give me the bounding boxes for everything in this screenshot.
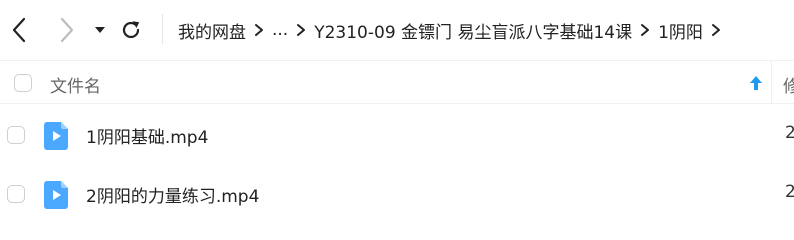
row-checkbox[interactable] (7, 126, 25, 144)
breadcrumb-separator-icon (246, 16, 272, 44)
video-file-icon (44, 181, 68, 209)
navigation-bar: 我的网盘 ... Y2310-09 金镖门 易尘盲派八字基础14课 1阴阳 (0, 0, 794, 60)
refresh-icon (122, 21, 140, 39)
row-checkbox[interactable] (7, 185, 25, 203)
refresh-button[interactable] (116, 15, 146, 45)
breadcrumb-item-current-folder[interactable]: 1阴阳 (658, 18, 703, 43)
chevron-right-icon (60, 17, 74, 43)
breadcrumb-item-course-folder[interactable]: Y2310-09 金镖门 易尘盲派八字基础14课 (314, 18, 632, 43)
history-dropdown-button[interactable] (86, 15, 114, 45)
file-row[interactable]: 1阴阳基础.mp4 2 (0, 106, 794, 164)
back-button[interactable] (4, 15, 34, 45)
file-name[interactable]: 1阴阳基础.mp4 (86, 123, 208, 148)
file-modified-date: 2 (785, 123, 794, 143)
breadcrumb-item-my-drive[interactable]: 我的网盘 (178, 18, 246, 43)
breadcrumb-separator-icon (288, 16, 314, 44)
navbar-divider (162, 14, 163, 44)
file-browser-window: 我的网盘 ... Y2310-09 金镖门 易尘盲派八字基础14课 1阴阳 文件… (0, 0, 794, 240)
file-name[interactable]: 2阴阳的力量练习.mp4 (86, 182, 259, 207)
file-row[interactable]: 2阴阳的力量练习.mp4 2 (0, 165, 794, 223)
breadcrumb-separator-icon (632, 16, 658, 44)
chevron-left-icon (12, 17, 26, 43)
select-all-checkbox[interactable] (14, 74, 32, 92)
breadcrumb-item-collapsed[interactable]: ... (272, 20, 288, 40)
video-file-icon (44, 122, 68, 150)
caret-down-icon (95, 27, 105, 33)
column-header-modified[interactable]: 修 (783, 72, 794, 97)
breadcrumb: 我的网盘 ... Y2310-09 金镖门 易尘盲派八字基础14课 1阴阳 (178, 16, 729, 44)
column-divider[interactable] (771, 61, 772, 104)
sort-ascending-icon[interactable] (748, 74, 764, 92)
file-list-header: 文件名 修 (0, 60, 794, 104)
breadcrumb-separator-icon (703, 16, 729, 44)
column-header-filename[interactable]: 文件名 (50, 72, 101, 97)
file-modified-date: 2 (785, 182, 794, 202)
forward-button[interactable] (52, 15, 82, 45)
